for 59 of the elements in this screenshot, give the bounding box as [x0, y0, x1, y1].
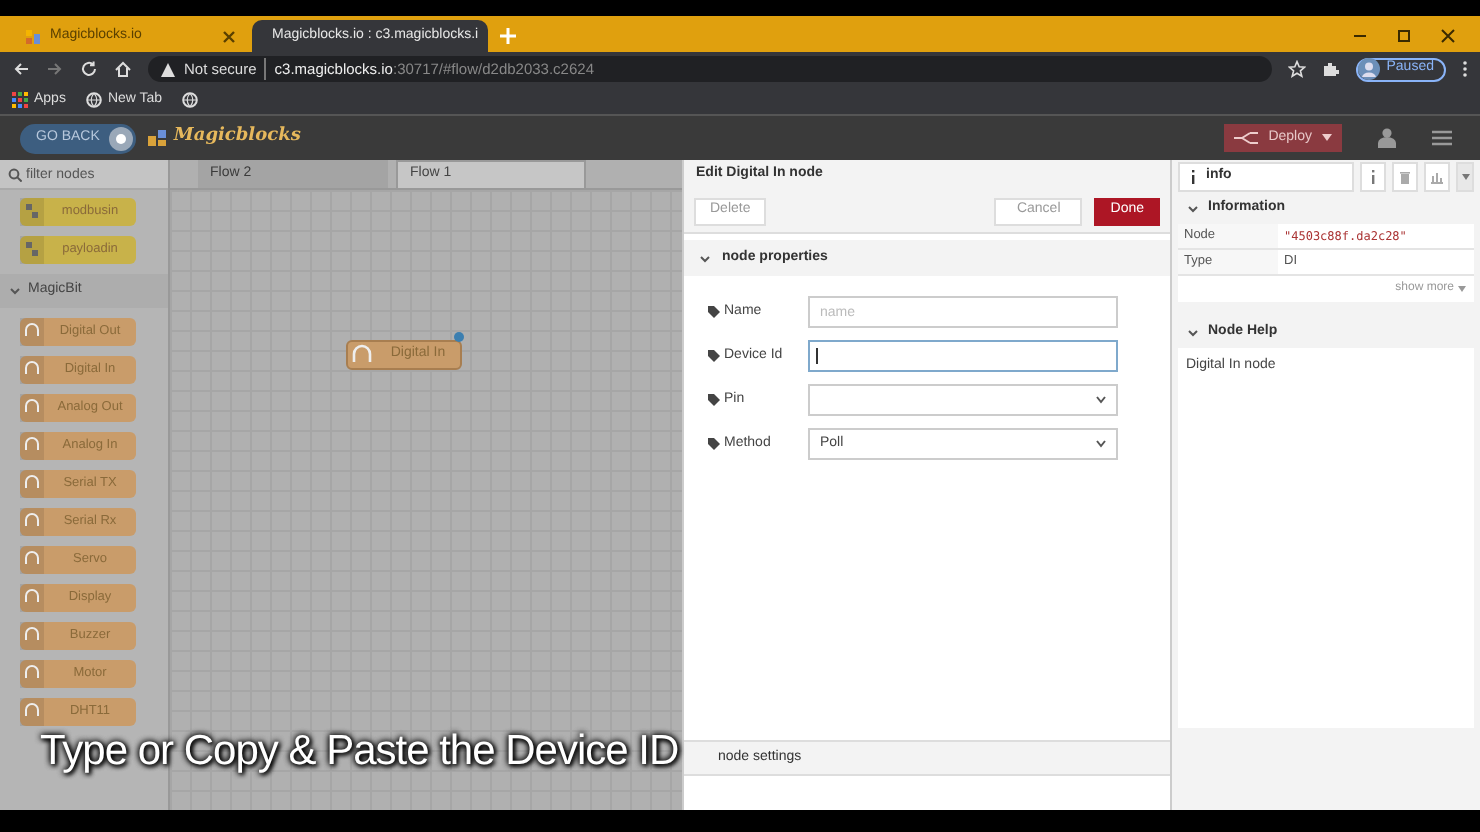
- blocks-icon: [20, 198, 44, 226]
- chart-icon: [1430, 170, 1444, 184]
- text-cursor: [816, 348, 818, 364]
- chevron-icon: [1188, 204, 1198, 214]
- sidebar-tab-button[interactable]: [1360, 162, 1386, 192]
- maximize-icon: [1396, 28, 1412, 44]
- dropdown-button[interactable]: [1456, 162, 1474, 192]
- blocks-icon: [20, 236, 44, 264]
- apps-grid-icon: [12, 92, 28, 108]
- avatar-icon: [1358, 58, 1381, 80]
- tag-icon: [708, 306, 720, 318]
- menu-icon: [1432, 130, 1452, 146]
- close-icon: [222, 29, 236, 43]
- close-icon: [1440, 28, 1456, 44]
- tag-icon: [708, 438, 720, 450]
- blocks-icon: [147, 128, 168, 148]
- chevron-icon: [1188, 327, 1198, 337]
- chevron-icon: [700, 253, 710, 263]
- star-icon: [1288, 60, 1307, 78]
- reload-icon: [80, 60, 98, 78]
- info-icon: [1366, 170, 1380, 184]
- caret-icon: [1096, 396, 1106, 404]
- select-field[interactable]: [808, 384, 1118, 416]
- node-icon: [20, 546, 44, 574]
- node-icon: [20, 318, 44, 346]
- node-icon: [20, 584, 44, 612]
- user-icon: [1378, 128, 1396, 148]
- caret-icon: [1322, 134, 1332, 142]
- info-icon: [1190, 170, 1196, 184]
- home-icon: [114, 60, 132, 78]
- more-icon: [1462, 60, 1468, 78]
- tag-icon: [708, 350, 720, 362]
- node-icon: [20, 508, 44, 536]
- sidebar-tab-button[interactable]: [1424, 162, 1450, 192]
- node-icon: [20, 622, 44, 650]
- trash-icon: [1398, 170, 1412, 184]
- tag-icon: [708, 394, 720, 406]
- site-icon: [24, 27, 42, 45]
- text-field[interactable]: [808, 340, 1118, 372]
- node-icon: [20, 394, 44, 422]
- node-icon: [20, 470, 44, 498]
- caret-icon: [1461, 174, 1469, 180]
- node-icon: [348, 342, 376, 368]
- logo: Magicblocks: [147, 124, 301, 152]
- node-icon: [20, 356, 44, 384]
- node-icon: [20, 660, 44, 688]
- caret-icon: [1458, 286, 1466, 292]
- warning-icon: [160, 61, 176, 77]
- forward-icon: [46, 60, 64, 78]
- globe-icon: [85, 92, 102, 108]
- caret-icon: [1096, 440, 1106, 448]
- chevron-icon: [10, 286, 20, 296]
- new-tab-icon: [498, 26, 518, 46]
- sidebar-tab-button[interactable]: [1392, 162, 1418, 192]
- globe-icon: [182, 92, 199, 108]
- flow-icon: [1234, 130, 1259, 146]
- node-icon: [20, 432, 44, 460]
- node-icon: [20, 698, 44, 726]
- back-icon: [12, 60, 30, 78]
